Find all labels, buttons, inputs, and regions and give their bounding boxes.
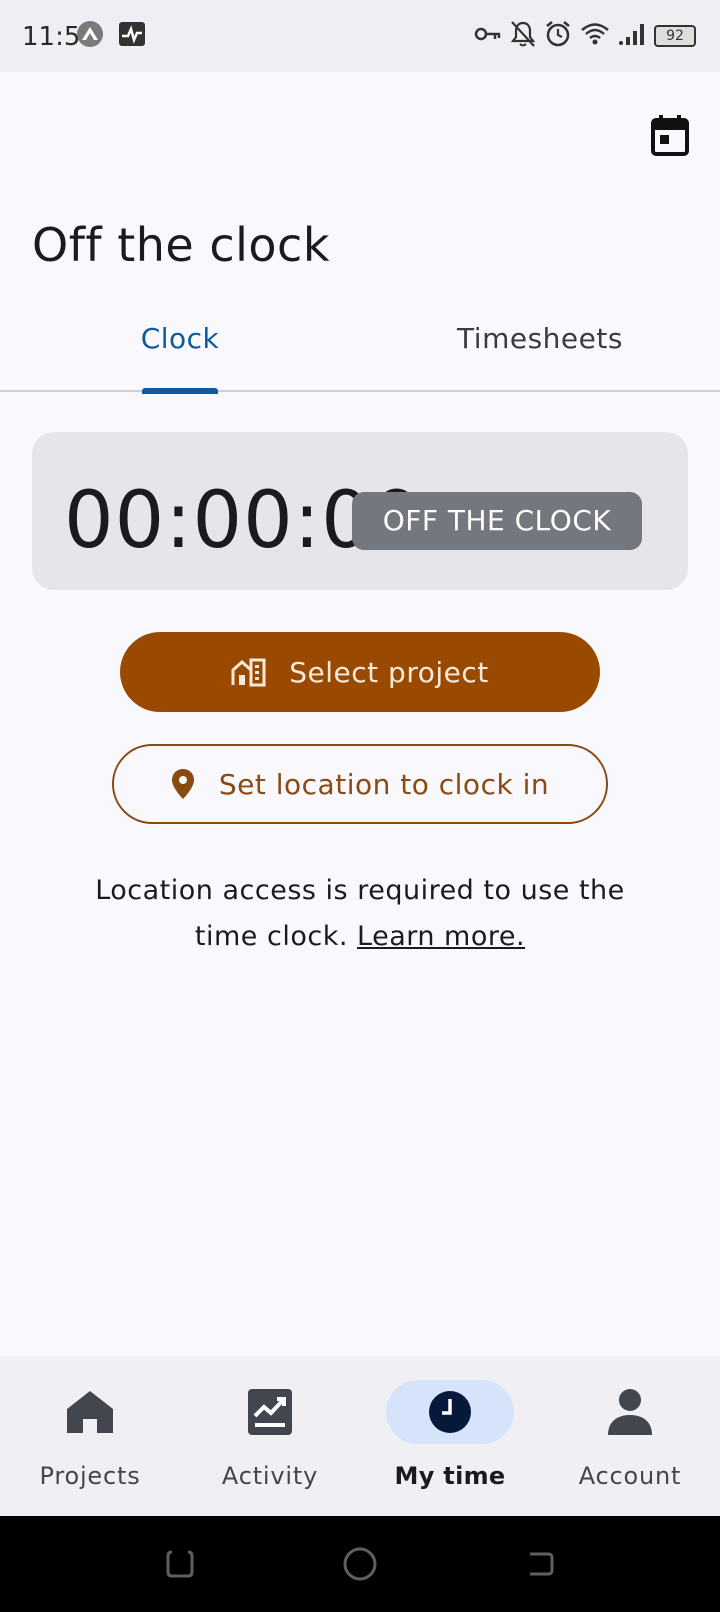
activity-monitor-icon <box>118 20 146 52</box>
nav-projects[interactable]: Projects <box>0 1356 180 1516</box>
notifications-off-icon <box>510 20 536 52</box>
battery-indicator: 92 <box>654 25 696 47</box>
nav-my-time-label: My time <box>394 1462 506 1490</box>
bottom-navigation: Projects Activity My time Account <box>0 1356 720 1516</box>
timer-card: 00:00:00 OFF THE CLOCK <box>32 432 688 590</box>
home-button[interactable] <box>342 1546 378 1582</box>
back-icon <box>530 1552 554 1576</box>
status-bar: 11:51 92 <box>0 0 720 72</box>
tab-bar: Clock Timesheets <box>0 298 720 394</box>
tab-timesheets-label: Timesheets <box>457 322 623 355</box>
nav-my-time[interactable]: My time <box>360 1356 540 1516</box>
person-icon <box>608 1389 652 1435</box>
recent-apps-icon <box>166 1550 194 1578</box>
home-icon <box>67 1391 113 1433</box>
select-project-label: Select project <box>289 655 489 689</box>
page-title: Off the clock <box>32 218 330 272</box>
building-icon <box>231 658 266 687</box>
activity-chart-icon <box>248 1389 292 1435</box>
status-badge: OFF THE CLOCK <box>352 492 642 550</box>
active-tab-indicator <box>142 388 218 394</box>
nav-activity-label: Activity <box>221 1462 319 1490</box>
calendar-button[interactable] <box>650 114 694 158</box>
nav-account[interactable]: Account <box>540 1356 720 1516</box>
location-info-text: Location access is required to use the t… <box>60 868 660 960</box>
learn-more-link[interactable]: Learn more. <box>357 921 525 952</box>
location-pin-icon <box>171 769 194 799</box>
home-circle-icon <box>343 1547 377 1581</box>
select-project-button[interactable]: Select project <box>120 632 600 712</box>
set-location-label: Set location to clock in <box>218 767 550 801</box>
nav-activity[interactable]: Activity <box>180 1356 360 1516</box>
tab-clock-label: Clock <box>140 322 220 355</box>
nav-active-pill <box>386 1380 514 1444</box>
back-button[interactable] <box>522 1546 558 1582</box>
main-content: Off the clock Clock Timesheets 00:00:00 … <box>0 72 720 1356</box>
recent-apps-button[interactable] <box>162 1546 198 1582</box>
signal-icon <box>618 22 646 50</box>
clock-icon <box>429 1391 471 1433</box>
tab-clock[interactable]: Clock <box>0 298 360 394</box>
nav-projects-label: Projects <box>39 1462 141 1490</box>
vpn-key-icon <box>474 24 502 48</box>
tab-timesheets[interactable]: Timesheets <box>360 298 720 392</box>
nordvpn-icon <box>76 20 104 52</box>
set-location-button[interactable]: Set location to clock in <box>112 744 608 824</box>
alarm-icon <box>544 20 572 52</box>
calendar-icon <box>651 115 689 156</box>
wifi-icon <box>580 22 610 50</box>
nav-account-label: Account <box>578 1462 682 1490</box>
system-navigation-bar <box>0 1516 720 1612</box>
